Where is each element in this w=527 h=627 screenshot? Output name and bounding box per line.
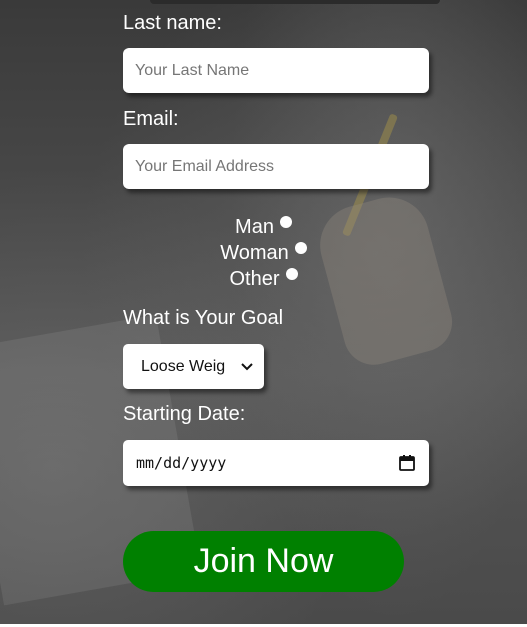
last-name-input[interactable] <box>123 48 429 93</box>
last-name-label: Last name: <box>123 12 222 34</box>
gender-option-label: Woman <box>220 241 289 264</box>
signup-form: Last name: Email: Man Woman Other What i… <box>0 0 527 624</box>
email-input[interactable] <box>123 144 429 189</box>
goal-select[interactable]: Loose Weig <box>123 344 264 389</box>
start-date-label: Starting Date: <box>123 403 246 425</box>
join-now-button[interactable]: Join Now <box>123 531 404 592</box>
gender-option-woman: Woman <box>0 240 527 266</box>
gender-option-label: Man <box>235 215 274 238</box>
gender-option-other: Other <box>0 266 527 292</box>
start-date-input[interactable]: mm/dd/yyyy <box>123 440 429 486</box>
calendar-icon[interactable] <box>398 454 416 472</box>
chevron-down-icon <box>236 359 258 375</box>
gender-option-man: Man <box>0 214 527 240</box>
email-label: Email: <box>123 108 179 130</box>
gender-radio-other[interactable] <box>285 268 298 280</box>
goal-label: What is Your Goal <box>123 307 284 329</box>
gender-radio-woman[interactable] <box>294 242 307 254</box>
gender-option-label: Other <box>229 267 280 290</box>
start-date-value: mm/dd/yyyy <box>136 454 227 472</box>
gender-radio-man[interactable] <box>279 216 292 228</box>
goal-select-value: Loose Weig <box>141 357 226 375</box>
